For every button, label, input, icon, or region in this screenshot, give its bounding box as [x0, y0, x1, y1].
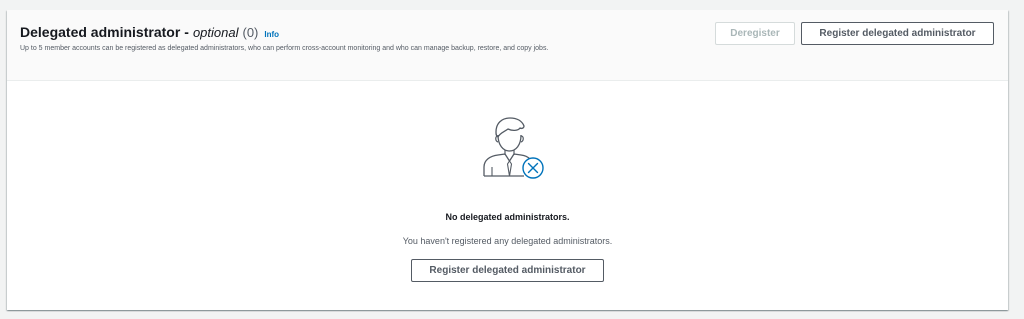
optional-label: optional [192, 25, 239, 40]
deregister-button[interactable]: Deregister [715, 22, 795, 45]
title-separator: - [184, 24, 189, 40]
register-delegated-administrator-button[interactable]: Register delegated administrator [801, 22, 994, 45]
empty-state-description: You haven't registered any delegated adm… [402, 236, 613, 246]
section-title: Delegated administrator [20, 24, 181, 40]
item-count: (0) [242, 25, 259, 40]
user-remove-icon [483, 117, 544, 179]
info-link[interactable]: Info [264, 30, 279, 39]
empty-state-register-button[interactable]: Register delegated administrator [411, 259, 604, 282]
section-heading: Delegated administrator - optional (0) I… [20, 24, 279, 40]
section-description: Up to 5 member accounts can be registere… [20, 45, 549, 52]
empty-state-title: No delegated administrators. [445, 212, 570, 222]
delegated-administrator-panel: Delegated administrator - optional (0) I… [7, 10, 1008, 310]
empty-state: No delegated administrators. You haven't… [7, 81, 1008, 310]
panel-header: Delegated administrator - optional (0) I… [7, 10, 1008, 81]
